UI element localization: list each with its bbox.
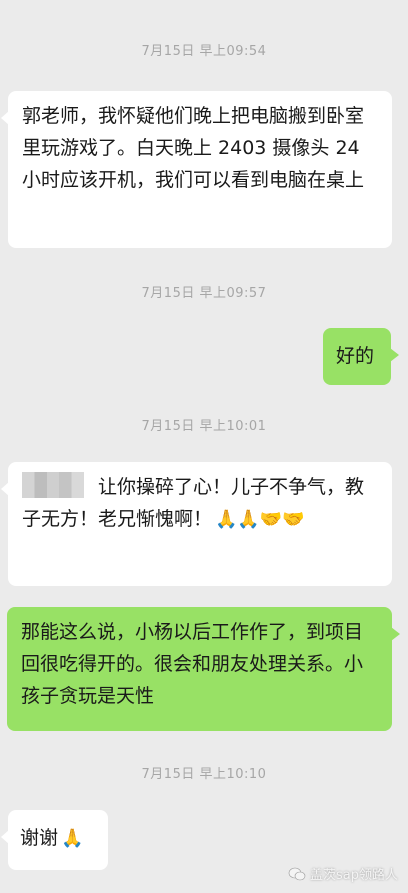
- timestamp: 7月15日 早上10:01: [141, 419, 267, 434]
- emoji-icon: 🙏🙏🤝🤝: [215, 509, 305, 530]
- message-text: 好的: [336, 345, 375, 367]
- message-text: 谢谢: [20, 827, 59, 849]
- message-text: 那能这么说，小杨以后工作作了，到项目回很吃得开的。很会和朋友处理关系。小孩子贪玩…: [21, 621, 364, 707]
- timestamp: 7月15日 早上09:54: [141, 44, 267, 59]
- message-bubble-left[interactable]: 郭老师，我怀疑他们晚上把电脑搬到卧室里玩游戏了。白天晚上 2403 摄像头 24…: [1, 91, 392, 248]
- message-bubble-left[interactable]: 让你操碎了心！儿子不争气，教子无方！老兄惭愧啊！ 🙏🙏🤝🤝: [1, 462, 392, 586]
- wechat-icon: [288, 867, 306, 880]
- message-bubble-left[interactable]: 谢谢 🙏: [1, 810, 108, 870]
- message-bubble-right[interactable]: 好的: [323, 328, 399, 385]
- watermark: 盖茨sap领路人: [288, 864, 398, 883]
- message-bubble-right[interactable]: 那能这么说，小杨以后工作作了，到项目回很吃得开的。很会和朋友处理关系。小孩子贪玩…: [7, 607, 400, 731]
- timestamp: 7月15日 早上09:57: [141, 286, 267, 301]
- timestamp: 7月15日 早上10:10: [141, 767, 267, 782]
- watermark-text: 盖茨sap领路人: [310, 868, 398, 883]
- emoji-icon: 🙏: [61, 828, 84, 849]
- message-text: 郭老师，我怀疑他们晚上把电脑搬到卧室里玩游戏了。白天晚上 2403 摄像头 24…: [22, 105, 365, 191]
- redacted-avatar: [22, 472, 84, 498]
- chat-screen: { "messages": [ {"timestamp": "7月15日 早上0…: [0, 0, 408, 893]
